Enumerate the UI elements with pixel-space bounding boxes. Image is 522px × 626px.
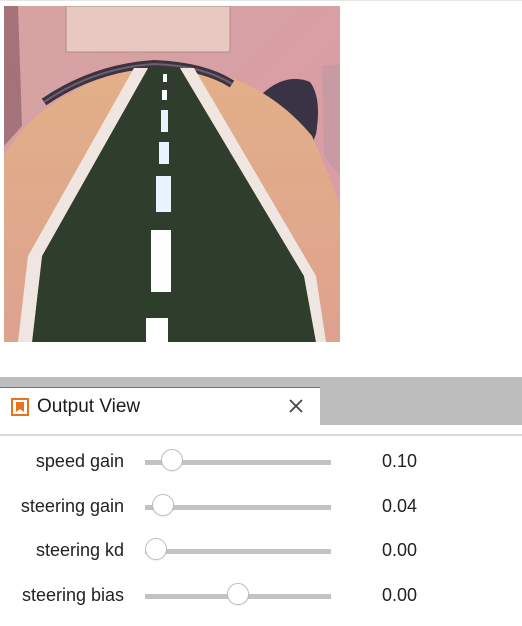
speed-gain-slider-thumb[interactable] bbox=[161, 449, 184, 471]
slider-label: steering bias bbox=[21, 585, 124, 605]
close-icon[interactable] bbox=[285, 395, 307, 417]
tab-output-view[interactable]: Output View bbox=[0, 387, 320, 425]
slider-value: 0.10 bbox=[382, 451, 418, 471]
slider-row-steering-bias: steering bias 0.00 bbox=[0, 576, 522, 616]
slider-label: steering kd bbox=[35, 540, 124, 560]
tab-title: Output View bbox=[37, 396, 141, 417]
slider-row-steering-kd: steering kd 0.00 bbox=[0, 531, 522, 571]
camera-image bbox=[4, 6, 340, 342]
slider-label: steering gain bbox=[20, 496, 124, 516]
panel-divider bbox=[0, 434, 522, 436]
steering-kd-slider-thumb[interactable] bbox=[145, 538, 167, 560]
top-divider bbox=[0, 0, 522, 1]
slider-row-speed-gain: speed gain 0.10 bbox=[0, 442, 522, 482]
slider-value: 0.00 bbox=[382, 540, 418, 560]
steering-kd-slider[interactable] bbox=[145, 549, 331, 554]
bookmark-icon bbox=[11, 398, 29, 416]
slider-row-steering-gain: steering gain 0.04 bbox=[0, 487, 522, 527]
steering-gain-slider-thumb[interactable] bbox=[151, 494, 174, 516]
slider-label: speed gain bbox=[35, 451, 124, 471]
steering-bias-slider-thumb[interactable] bbox=[227, 583, 249, 605]
output-view-panel: Output View bbox=[0, 377, 522, 425]
slider-value: 0.00 bbox=[382, 585, 418, 605]
slider-value: 0.04 bbox=[382, 496, 418, 516]
page: Output View speed gain 0.10 steering gai… bbox=[0, 0, 522, 626]
